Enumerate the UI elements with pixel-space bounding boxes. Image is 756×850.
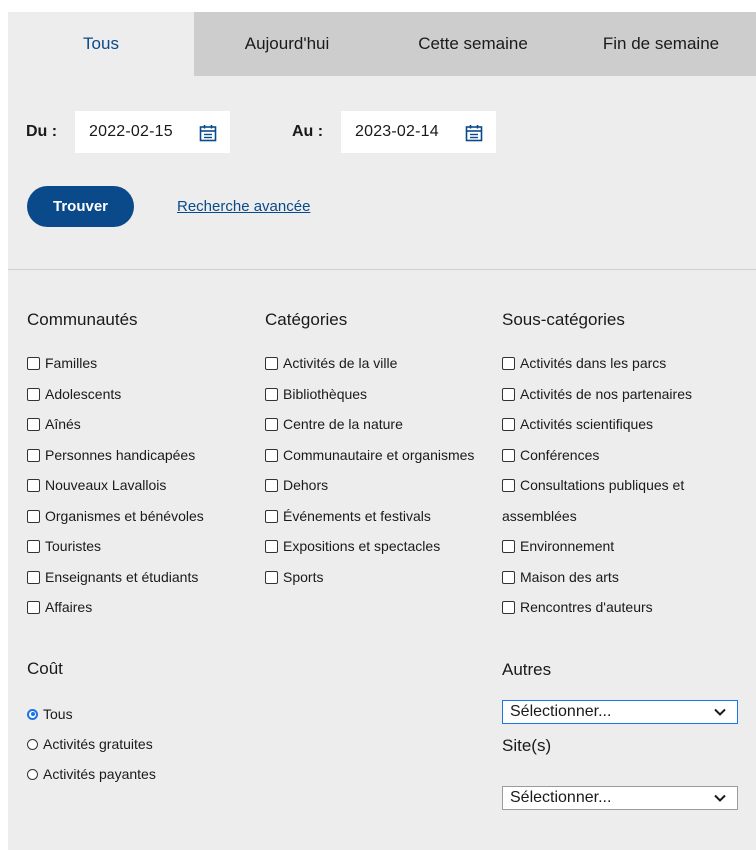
checkbox[interactable] — [502, 539, 515, 553]
category-option[interactable]: Communautaire et organismes — [265, 447, 474, 463]
category-option[interactable]: Centre de la nature — [265, 416, 403, 432]
tab-today[interactable]: Aujourd'hui — [194, 12, 380, 76]
from-date-field[interactable]: 2022-02-15 — [75, 111, 230, 153]
community-option[interactable]: Touristes — [27, 538, 101, 554]
checkbox[interactable] — [27, 448, 40, 462]
community-option[interactable]: Personnes handicapées — [27, 447, 195, 463]
radio-button[interactable] — [27, 738, 38, 750]
cost-title: Coût — [27, 659, 63, 678]
sites-select-value: Sélectionner... — [510, 789, 612, 806]
category-option[interactable]: Expositions et spectacles — [265, 538, 440, 554]
checkbox[interactable] — [27, 387, 40, 401]
subcategory-option[interactable]: Activités de nos partenaires — [502, 386, 692, 402]
from-date-label: Du : — [26, 123, 58, 140]
sites-select[interactable]: Sélectionner... — [502, 786, 738, 810]
category-option[interactable]: Événements et festivals — [265, 508, 431, 524]
category-option[interactable]: Sports — [265, 569, 323, 585]
communities-title: Communautés — [27, 310, 138, 329]
checkbox[interactable] — [502, 478, 515, 492]
checkbox[interactable] — [265, 478, 278, 492]
others-select-value: Sélectionner... — [510, 703, 612, 720]
checkbox[interactable] — [265, 387, 278, 401]
radio-button[interactable] — [27, 708, 38, 720]
checkbox[interactable] — [502, 448, 515, 462]
radio-button[interactable] — [27, 768, 38, 780]
category-option[interactable]: Activités de la ville — [265, 355, 397, 371]
subcategory-option[interactable]: Consultations publiques et — [502, 477, 684, 493]
tab-this-week[interactable]: Cette semaine — [380, 12, 566, 76]
community-option[interactable]: Affaires — [27, 599, 92, 615]
community-option[interactable]: Adolescents — [27, 386, 121, 402]
categories-title: Catégories — [265, 310, 348, 329]
subcategory-option[interactable]: Activités scientifiques — [502, 416, 653, 432]
subcategory-option[interactable]: Conférences — [502, 447, 599, 463]
others-select[interactable]: Sélectionner... — [502, 700, 738, 724]
advanced-search-link[interactable]: Recherche avancée — [177, 198, 310, 215]
calendar-icon[interactable] — [198, 123, 218, 143]
checkbox[interactable] — [27, 539, 40, 553]
subcategory-option[interactable]: Maison des arts — [502, 569, 619, 585]
to-date-field[interactable]: 2023-02-14 — [341, 111, 496, 153]
checkbox[interactable] — [27, 600, 40, 614]
checkbox[interactable] — [265, 509, 278, 523]
sites-title: Site(s) — [502, 736, 552, 755]
checkbox[interactable] — [502, 356, 515, 370]
cost-option-paid[interactable]: Activités payantes — [27, 766, 156, 782]
checkbox[interactable] — [27, 417, 40, 431]
category-option[interactable]: Dehors — [265, 477, 328, 493]
tab-all[interactable]: Tous — [8, 12, 194, 76]
find-button[interactable]: Trouver — [27, 186, 134, 227]
category-option[interactable]: Bibliothèques — [265, 386, 367, 402]
community-option[interactable]: Nouveaux Lavallois — [27, 477, 166, 493]
community-option[interactable]: Enseignants et étudiants — [27, 569, 198, 585]
checkbox[interactable] — [27, 509, 40, 523]
checkbox[interactable] — [265, 570, 278, 584]
checkbox[interactable] — [27, 356, 40, 370]
community-option[interactable]: Familles — [27, 355, 97, 371]
checkbox[interactable] — [502, 600, 515, 614]
calendar-icon[interactable] — [464, 123, 484, 143]
subcategories-title: Sous-catégories — [502, 310, 625, 329]
divider — [8, 269, 756, 270]
to-date-value: 2023-02-14 — [355, 123, 439, 140]
subcategory-option[interactable]: Activités dans les parcs — [502, 355, 666, 371]
checkbox[interactable] — [265, 356, 278, 370]
checkbox[interactable] — [502, 387, 515, 401]
community-option[interactable]: Aînés — [27, 416, 81, 432]
others-title: Autres — [502, 660, 552, 679]
cost-option-free[interactable]: Activités gratuites — [27, 736, 153, 752]
date-range-tabs: Tous Aujourd'hui Cette semaine Fin de se… — [8, 12, 756, 76]
cost-option-all[interactable]: Tous — [27, 706, 73, 722]
subcategory-option-continued: assemblées — [502, 508, 577, 524]
subcategory-option[interactable]: Environnement — [502, 538, 614, 554]
checkbox[interactable] — [265, 448, 278, 462]
filter-panel: Tous Aujourd'hui Cette semaine Fin de se… — [8, 12, 756, 850]
checkbox[interactable] — [265, 539, 278, 553]
from-date-value: 2022-02-15 — [89, 123, 173, 140]
checkbox[interactable] — [27, 570, 40, 584]
checkbox[interactable] — [502, 570, 515, 584]
to-date-label: Au : — [292, 123, 324, 140]
chevron-down-icon — [714, 794, 726, 802]
checkbox[interactable] — [265, 417, 278, 431]
subcategory-option[interactable]: Rencontres d'auteurs — [502, 599, 653, 615]
chevron-down-icon — [714, 708, 726, 716]
checkbox[interactable] — [502, 417, 515, 431]
checkbox[interactable] — [27, 478, 40, 492]
community-option[interactable]: Organismes et bénévoles — [27, 508, 204, 524]
tab-weekend[interactable]: Fin de semaine — [566, 12, 756, 76]
